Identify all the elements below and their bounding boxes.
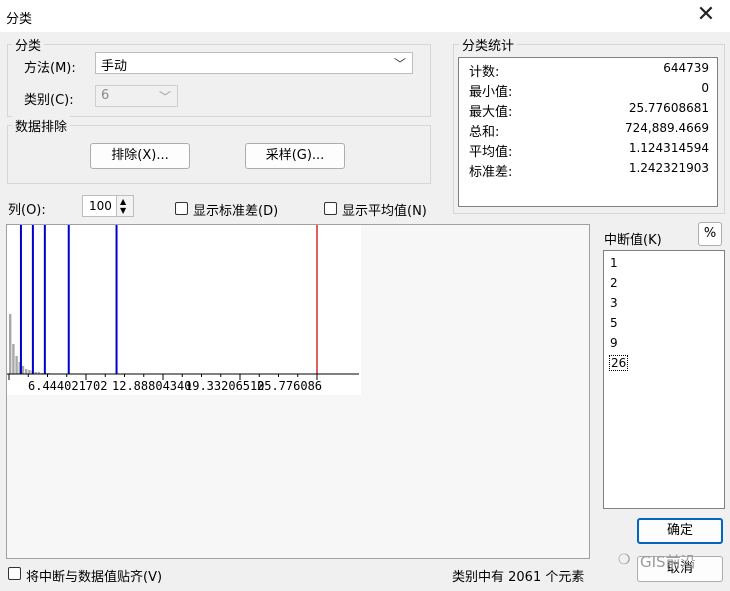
snap-label: 将中断与数据值贴齐(V) xyxy=(26,570,163,585)
break-value[interactable]: 9 xyxy=(610,336,618,350)
chevron-down-icon: ﹀ xyxy=(393,57,406,71)
exclude-button[interactable]: 排除(X)... xyxy=(90,143,190,169)
breaks-label: 中断值(K) xyxy=(604,233,662,248)
tick-label: 6.444021702 xyxy=(28,379,107,393)
histogram-bar xyxy=(9,314,12,374)
stats-group-label: 分类统计 xyxy=(459,35,518,54)
stat-row: 最小值: 0 xyxy=(459,81,715,101)
watermark-text: GIS前沿 xyxy=(640,553,696,571)
columns-label: 列(O): xyxy=(8,203,46,218)
stat-row: 最大值: 25.77608681 xyxy=(459,101,715,121)
stat-row: 平均值: 1.124314594 xyxy=(459,141,715,161)
count-text: 类别中有 2061 个元素 xyxy=(452,570,585,585)
stat-label: 总和: xyxy=(469,125,500,140)
tick-label: 12.88804340 xyxy=(112,379,191,393)
histogram-bar xyxy=(25,369,28,374)
breaks-list[interactable]: 1 2 3 5 9 26 xyxy=(603,250,725,509)
stat-value: 1.124314594 xyxy=(628,141,709,155)
stat-value: 25.77608681 xyxy=(628,101,709,115)
stat-row: 标准差: 1.242321903 xyxy=(459,161,715,181)
chevron-down-icon: ﹀ xyxy=(158,90,171,104)
histogram-bar xyxy=(28,370,31,374)
stat-value: 644739 xyxy=(663,61,709,75)
break-value[interactable]: 2 xyxy=(610,276,618,290)
histogram-bar xyxy=(15,356,18,374)
histogram-bar xyxy=(12,344,15,374)
histogram-frame: 6.444021702 12.88804340 19.33206510 25.7… xyxy=(6,224,590,559)
percent-button[interactable]: % xyxy=(698,222,722,246)
arrow-down-icon[interactable]: ▼ xyxy=(120,206,126,215)
window-title: 分类 xyxy=(6,12,33,27)
classes-dropdown[interactable]: 6 ﹀ xyxy=(95,85,178,107)
break-value[interactable]: 1 xyxy=(610,256,618,270)
snap-checkbox[interactable] xyxy=(8,567,21,580)
classes-value: 6 xyxy=(101,88,110,103)
sample-button[interactable]: 采样(G)... xyxy=(245,143,345,169)
break-value[interactable]: 5 xyxy=(610,316,618,330)
stat-value: 0 xyxy=(701,81,709,95)
arrow-up-icon[interactable]: ▲ xyxy=(120,197,126,206)
show-mean-label: 显示平均值(N) xyxy=(342,204,427,219)
histogram-plot-area xyxy=(7,225,361,395)
title-bar xyxy=(0,0,730,32)
exclusion-group xyxy=(7,125,431,184)
classes-label: 类别(C): xyxy=(24,93,74,108)
show-mean-checkbox[interactable] xyxy=(324,202,337,215)
method-label: 方法(M): xyxy=(24,61,76,76)
stat-label: 平均值: xyxy=(469,145,513,160)
classification-group-label: 分类 xyxy=(12,35,45,54)
exclusion-group-label: 数据排除 xyxy=(12,116,71,135)
show-std-label: 显示标准差(D) xyxy=(193,204,279,219)
stat-value: 1.242321903 xyxy=(628,161,709,175)
break-value[interactable]: 3 xyxy=(610,296,618,310)
wechat-icon: ❍ xyxy=(618,552,631,568)
columns-spinner[interactable]: 100 ▲ ▼ xyxy=(82,195,134,217)
stat-label: 计数: xyxy=(469,65,500,80)
stats-panel: 计数: 644739 最小值: 0 最大值: 25.77608681 总和: 7… xyxy=(458,57,718,207)
method-value: 手动 xyxy=(101,59,128,74)
stat-label: 最小值: xyxy=(469,85,513,100)
columns-value: 100 xyxy=(89,199,112,213)
stat-row: 计数: 644739 xyxy=(459,61,715,81)
ok-button[interactable]: 确定 xyxy=(637,518,723,544)
tick-label: 19.33206510 xyxy=(185,379,264,393)
histogram-bar xyxy=(21,366,25,374)
tick-label: 25.776086 xyxy=(257,379,322,393)
spinner-buttons[interactable]: ▲ ▼ xyxy=(116,196,133,216)
method-dropdown[interactable]: 手动 ﹀ xyxy=(95,52,413,74)
stat-label: 最大值: xyxy=(469,105,513,120)
close-icon[interactable]: ✕ xyxy=(692,2,720,30)
show-std-checkbox[interactable] xyxy=(175,202,188,215)
stat-row: 总和: 724,889.4669 xyxy=(459,121,715,141)
histogram-chart[interactable]: 6.444021702 12.88804340 19.33206510 25.7… xyxy=(7,225,361,395)
stat-value: 724,889.4669 xyxy=(625,121,709,135)
stat-label: 标准差: xyxy=(469,165,513,180)
break-value-selected[interactable]: 26 xyxy=(609,355,629,371)
